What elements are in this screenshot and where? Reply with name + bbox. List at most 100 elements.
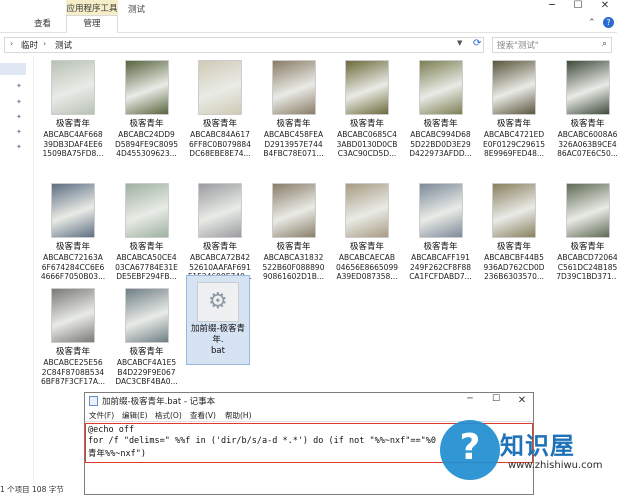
close-button[interactable]: ✕ <box>593 0 617 14</box>
menu-format[interactable]: 格式(O) <box>155 410 182 421</box>
code-line-3: 青年%%~nxf") <box>88 449 146 459</box>
search-icon[interactable]: ⌕ <box>602 39 607 49</box>
notepad-minimize-button[interactable]: ─ <box>459 394 481 404</box>
file-name-line: D5894FE9C8095 <box>114 139 178 149</box>
photo-thumbnail <box>51 183 95 238</box>
file-name: 极客青年 <box>55 242 90 252</box>
file-name-line: ABCABC72163A <box>43 253 103 262</box>
file-item[interactable]: 极客青年 ABCABCA50CE4 03CA67784E31E DE5EBF294FB… <box>112 183 182 282</box>
menu-edit[interactable]: 编辑(E) <box>122 410 148 421</box>
photo-thumbnail <box>565 60 610 115</box>
breadcrumb-separator-icon[interactable]: › <box>43 39 46 48</box>
notepad-close-button[interactable]: ✕ <box>511 393 533 408</box>
photo-thumbnail <box>492 60 536 115</box>
file-name-line: 6FF8C0B079884 <box>189 139 251 149</box>
file-item[interactable]: 极客青年 ABCABCAECAB 04656E8665099 A39ED087358.… <box>332 183 402 282</box>
file-name-line: 52610AAFAF691 <box>189 262 251 272</box>
code-line-2: for /f "delims=" %%f in ('dir/b/s/a-d *.… <box>88 436 436 446</box>
file-name-line: E0F0129C29615 <box>482 139 545 149</box>
file-name: 极客青年 <box>129 242 164 252</box>
file-name-line: ABCABC0685C4 <box>337 130 397 139</box>
file-item[interactable]: 极客青年 ABCABCF4A1E5 B4D229F9E067 DAC3CBF4BA0.… <box>112 288 182 387</box>
menu-view[interactable]: 查看(V) <box>190 410 216 421</box>
file-name: 极客青年 <box>570 119 605 129</box>
file-item[interactable]: 极客青年 ABCABC4AF668 39DB3DAF4EE6 1509BA75FD8.… <box>38 60 108 159</box>
file-name-line: 8E9969FED48... <box>483 149 545 158</box>
address-row: › 临时 › 测试 ▼ ⟳ 搜索"测试" ⌕ <box>0 34 617 55</box>
file-name: 极客青年 <box>55 119 90 129</box>
file-item[interactable]: 极客青年ABCABCA72B4252610AAFAF691F1E24699E74… <box>185 183 255 282</box>
file-item[interactable]: 极客青年 ABCABCD72064 C561DC24B185 7D39C1BD371.… <box>553 183 617 282</box>
breadcrumb-item-test[interactable]: 测试 <box>55 39 72 51</box>
file-name-line: ABCABCAFF191 <box>411 253 470 262</box>
refresh-icon[interactable]: ⟳ <box>473 38 481 49</box>
tab-view[interactable]: 查看 <box>34 17 51 29</box>
breadcrumb-chevron-icon[interactable]: › <box>10 39 13 48</box>
file-item[interactable]: 极客青年 ABCABCBF44B5 936AD762CD0D 236B6303570.… <box>479 183 549 282</box>
photo-thumbnail <box>198 60 242 115</box>
file-name: 极客青年 <box>276 242 311 252</box>
photo-thumbnail <box>418 183 463 238</box>
watermark-url-text: www.zhishiwu.com <box>508 460 603 471</box>
pin-icon[interactable]: ✦ <box>16 128 22 136</box>
file-name-line: 4666F7050B03... <box>40 272 106 281</box>
breadcrumb-item-temp[interactable]: 临时 <box>21 39 38 51</box>
file-name-line: ABCABC458FEA <box>263 130 324 139</box>
help-icon[interactable]: ? <box>603 17 614 28</box>
file-name-line: ABCABC6008A6 <box>557 130 617 139</box>
minimize-button[interactable]: ─ <box>540 0 564 14</box>
file-item[interactable]: 极客青年 ABCABC24DD9 D5894FE9C8095 4D455309623.… <box>112 60 182 159</box>
file-item[interactable]: 极客青年 ABCABC6008A6 326A063B9CE4 86AC07E6C50.… <box>553 60 617 159</box>
file-name-line: ABCABCA50CE4 <box>116 253 177 262</box>
menu-help[interactable]: 帮助(H) <box>225 410 252 421</box>
file-item[interactable]: 极客青年 ABCABC458FEA D2913957E744 B4FBC78E071.… <box>259 60 329 159</box>
address-bar[interactable]: › 临时 › 测试 ▼ ⟳ <box>4 37 484 53</box>
photo-thumbnail <box>271 183 316 238</box>
file-name-line: 936AD762CD0D <box>483 262 545 272</box>
file-item[interactable]: 极客青年 ABCABC0685C4 3ABD0130D0CB C3AC90CD5D..… <box>332 60 402 159</box>
file-item[interactable]: 极客青年 ABCABC72163A 6F674284CC6E6 4666F7050B0… <box>38 183 108 282</box>
pin-icon[interactable]: ✦ <box>16 143 22 151</box>
notepad-maximize-button[interactable]: ☐ <box>485 394 507 404</box>
file-name-line: 7D39C1BD371... <box>556 272 617 281</box>
nav-selected-item[interactable] <box>0 63 26 75</box>
pin-icon[interactable]: ✦ <box>16 113 22 121</box>
file-name: 极客青年 <box>276 119 311 129</box>
notepad-title: 加前缀-极客青年.bat - 记事本 <box>102 397 216 407</box>
file-name-line: DE5EBF294FB... <box>116 272 177 281</box>
file-item[interactable]: 极客青年 ABCABC84A617 6FF8C0B079884 DC68EBE8E74… <box>185 60 255 159</box>
file-item[interactable]: 极客青年 ABCABC4721ED E0F0129C29615 8E9969FED48… <box>479 60 549 159</box>
maximize-button[interactable]: ☐ <box>566 0 590 14</box>
file-name-line: 1509BA75FD8... <box>42 149 104 158</box>
file-item[interactable]: 极客青年 ABCABCAFF191 249F262CF8F88 CA1FCFDABD7… <box>406 183 476 282</box>
file-name-line: ABCABC24DD9 <box>118 130 175 139</box>
file-item[interactable]: 极客青年 ABCABCA31832 522B60F088890 90861602D1B… <box>259 183 329 282</box>
photo-thumbnail <box>198 183 242 238</box>
file-name-line: ABCABCD72064 <box>557 253 617 262</box>
question-icon: ? <box>459 427 481 468</box>
pin-icon[interactable]: ✦ <box>16 98 22 106</box>
address-dropdown-icon[interactable]: ▼ <box>457 39 462 47</box>
status-bar: 1 个项目 108 字节 <box>0 484 84 495</box>
bat-file-item[interactable]: ⚙ 加前缀-极客青年. bat <box>186 275 250 365</box>
file-item[interactable]: 极客青年 ABCABC994D68 5D22BD0D3E29 D422973AFDD.… <box>406 60 476 159</box>
file-name: 极客青年 <box>129 347 164 357</box>
collapse-ribbon-icon[interactable]: ⌃ <box>588 18 596 28</box>
file-name-line: ABCABCBF44B5 <box>484 253 544 262</box>
tab-manage[interactable]: 管理 <box>66 15 118 33</box>
file-name-line: ABCABCAECAB <box>338 253 396 262</box>
file-item[interactable]: 极客青年 ABCABCE25E56 2C84F8708B534 6BF87F3CF17… <box>38 288 108 387</box>
gear-icon: ⚙ <box>197 282 239 322</box>
file-name-line: CA1FCFDABD7... <box>409 272 472 281</box>
search-input[interactable]: 搜索"测试" ⌕ <box>492 37 612 53</box>
file-name-line: A39ED087358... <box>336 272 398 281</box>
menu-file[interactable]: 文件(F) <box>89 410 114 421</box>
code-line-1: @echo off <box>88 425 135 435</box>
file-name-line: 5D22BD0D3E29 <box>410 139 471 149</box>
file-name-line: C561DC24B185 <box>557 262 617 272</box>
file-name-line: B4FBC78E071... <box>263 149 324 158</box>
file-name-line: ABCABCA31832 <box>263 253 324 262</box>
file-name: 极客青年 <box>202 242 237 252</box>
pin-icon[interactable]: ✦ <box>16 82 22 90</box>
file-name-line: 326A063B9CE4 <box>558 139 617 149</box>
